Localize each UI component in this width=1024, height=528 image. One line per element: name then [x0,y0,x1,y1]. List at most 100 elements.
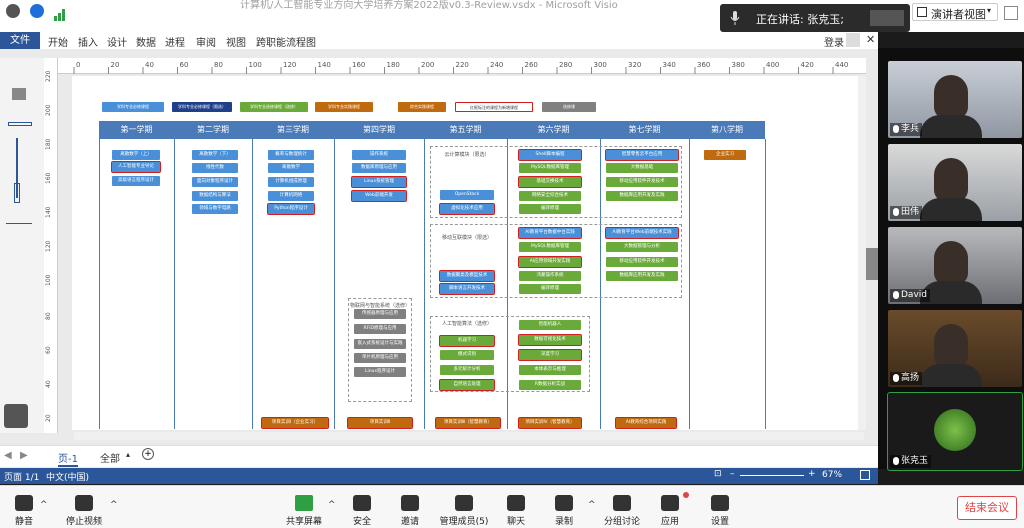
toolbar-button[interactable]: 共享屏幕 [274,495,334,527]
chevron-up-icon[interactable]: ^ [588,500,596,510]
course-box[interactable]: 嵌入式系统设计与实践 [354,339,406,349]
course-box[interactable]: 深度学习 [518,349,582,361]
course-box[interactable]: AI应用领域开发实践 [518,256,582,268]
course-box[interactable]: 项目实训Ⅱ [347,417,413,429]
course-box[interactable]: 计算机网络 [268,191,314,201]
course-box[interactable]: 操作系统 [352,150,406,160]
course-box[interactable]: 数据库应用开发及实践 [606,271,678,281]
course-box[interactable]: OpenStack [440,190,494,200]
course-box[interactable]: 多元统计分析 [440,365,494,375]
course-box[interactable]: Linux系统管理 [351,176,407,188]
diagram-canvas[interactable]: 学科专业必修课程 学科专业必修课程（限选） 学科专业选修课程（选修） 学科专业实践课程… [72,76,862,430]
course-box[interactable]: 人工智能专业导论 [111,161,161,173]
course-box[interactable]: 智能机器人 [519,320,581,330]
participant-tile[interactable]: 高扬 [888,310,1022,387]
course-box[interactable]: 离散数学 [268,163,314,173]
course-box[interactable]: 离散数学（下） [192,150,238,160]
course-box[interactable]: 本体表示与推理 [519,365,581,375]
page-tab[interactable]: 页-1 [58,450,78,467]
add-page-icon[interactable]: + [142,448,154,460]
fit-page-icon[interactable] [860,470,870,480]
tab-file[interactable]: 文件 [0,32,40,49]
course-box[interactable]: 基础交换技术 [518,176,582,188]
tab-home[interactable]: 开始 [48,34,68,49]
course-box[interactable]: 网络安全综合技术 [519,191,581,201]
course-box[interactable]: 传感器原理与应用 [354,309,406,319]
course-box[interactable]: Web前端开发 [351,190,407,202]
course-box[interactable]: AI教育平台数据中台实践 [518,227,582,239]
tab-cross-functional[interactable]: 跨职能流程图 [256,34,316,49]
fullscreen-icon[interactable] [1004,6,1018,20]
tab-design[interactable]: 设计 [107,34,127,49]
course-box[interactable]: 移动应用软件开发技术 [606,177,678,187]
course-box[interactable]: MySQL数据库管理 [519,163,581,173]
course-box[interactable]: 面向对象程序设计 [192,177,238,187]
shield-icon[interactable] [30,4,44,18]
chevron-up-icon[interactable]: ^ [40,500,48,510]
course-box[interactable]: 自然语言处理 [439,379,495,391]
tab-process[interactable]: 进程 [165,34,185,49]
course-box[interactable]: Shell脚本编程 [518,149,582,161]
close-icon[interactable]: ✕ [866,33,875,46]
chevron-up-icon[interactable]: ^ [110,500,118,510]
end-meeting-button[interactable]: 结束会议 [957,496,1017,520]
menu-icon[interactable] [4,404,28,428]
course-box[interactable]: 线性代数 [192,163,238,173]
participant-tile[interactable]: 李兵 [888,61,1022,138]
toolbar-button[interactable]: 管理成员(5) [434,495,494,527]
course-box[interactable]: 模式识别 [440,350,494,360]
course-box[interactable]: RFID原理与应用 [354,324,406,334]
toolbar-button[interactable]: 邀请 [380,495,440,527]
course-box[interactable]: 数据聚类及模型技术 [439,270,495,282]
toolbar-button[interactable]: 录制 [534,495,594,527]
course-box[interactable]: 数据库应用开发及实践 [606,191,678,201]
course-box[interactable]: 大数据基础 [606,163,678,173]
course-box[interactable]: 项目实训Ⅰ（企业实习） [261,417,329,429]
toolbar-button[interactable]: 设置 [690,495,750,527]
course-box[interactable]: 数据可视化技术 [518,334,582,346]
login-link[interactable]: 登录 [824,34,844,49]
horizontal-scrollbar[interactable] [74,432,864,440]
prev-page-icon[interactable]: ◀ [4,450,12,461]
course-box[interactable]: 概率与数理统计 [268,150,314,160]
course-box[interactable]: 机器学习 [439,335,495,347]
course-box[interactable]: 领域与数字电路 [192,204,238,214]
info-icon[interactable] [6,4,20,18]
course-box[interactable]: 虚拟化技术应用 [439,203,495,215]
participant-tile[interactable]: 张克玉 [887,392,1023,471]
tab-insert[interactable]: 插入 [78,34,98,49]
participant-tile[interactable]: 田伟 [888,144,1022,221]
zoom-in-icon[interactable]: + [808,469,816,479]
course-box[interactable]: AI教育综合项目实践 [615,417,677,429]
course-box[interactable]: 单片机原理与应用 [354,353,406,363]
course-box[interactable]: 高级语言程序设计 [112,176,160,186]
course-box[interactable]: 数据库原理与应用 [352,163,406,173]
speaker-view-button[interactable]: 演讲者视图 ▾ [912,3,998,21]
tab-review[interactable]: 审阅 [196,34,216,49]
all-pages-tab[interactable]: 全部 [100,450,120,465]
course-box[interactable]: 离散数学（上） [112,150,160,160]
course-box[interactable]: 脚本语言开发技术 [439,283,495,295]
vertical-scrollbar[interactable] [858,76,866,430]
paste-icon[interactable] [12,88,26,100]
next-page-icon[interactable]: ▶ [20,450,28,461]
fit-icon[interactable]: ⊡ [714,469,722,479]
course-box[interactable]: 计算机组成原理 [268,177,314,187]
course-box[interactable]: R数据分析实战 [519,380,581,390]
course-box[interactable]: 智慧零售云平台应用 [605,149,679,161]
course-box[interactable]: 大数据管理与分析 [606,242,678,252]
collapse-panel-button[interactable] [866,248,878,280]
course-box[interactable]: 编译原理 [519,284,581,294]
course-box[interactable]: 移动应用软件开发技术 [606,257,678,267]
tab-view[interactable]: 视图 [226,34,246,49]
course-box[interactable]: AI教育平台Web前端技术实践 [605,227,679,239]
zoom-out-icon[interactable]: – [730,469,735,479]
course-box[interactable]: 项目实训Ⅳ（智慧教育） [518,417,582,429]
course-box[interactable]: Python程序设计 [267,203,315,215]
course-box[interactable]: 编译原理 [519,204,581,214]
course-box[interactable]: 数据结构与算法 [192,191,238,201]
participant-tile[interactable]: David [888,227,1022,304]
course-box[interactable]: MySQL数据库管理 [519,242,581,252]
course-box[interactable]: 企业实习 [704,150,746,160]
course-box[interactable]: Linux程序设计 [354,367,406,377]
